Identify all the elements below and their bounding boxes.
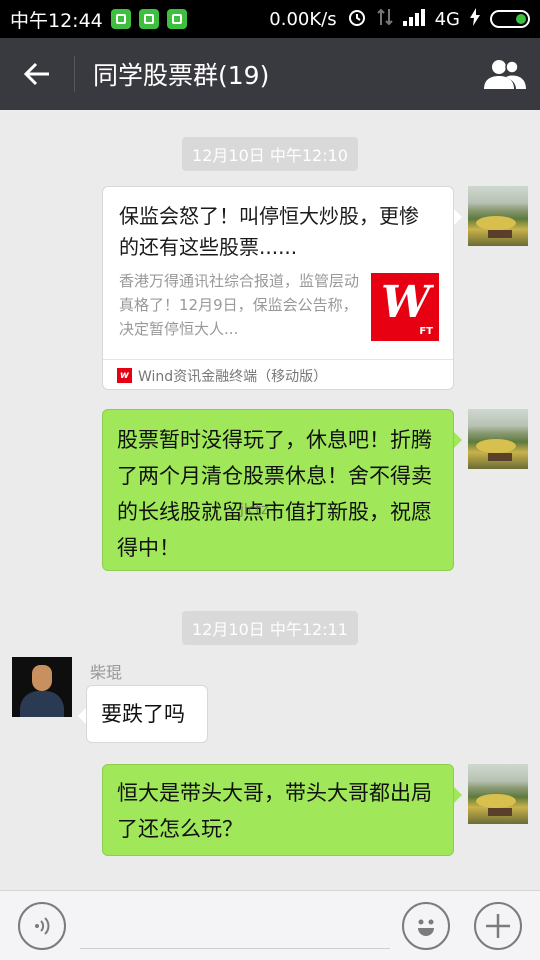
timestamp: 12月10日 中午12:10: [0, 137, 540, 171]
shield-notif-icon: [138, 9, 159, 29]
message-text: 要跌了吗: [101, 702, 185, 726]
back-arrow-icon: [23, 62, 49, 86]
input-bar: [0, 890, 540, 960]
sent-message-bubble[interactable]: 恒大是带头大哥，带头大哥都出局了还怎么玩？: [102, 764, 462, 856]
watermark: jlctz: [240, 502, 269, 518]
sent-message-bubble[interactable]: 股票暂时没得玩了，休息吧！折腾了两个月清仓股票休息！舍不得卖的长线股就留点市值打…: [102, 409, 462, 571]
alarm-icon: [347, 7, 367, 32]
battery-icon: [490, 10, 530, 28]
message-text: 恒大是带头大哥，带头大哥都出局了还怎么玩？: [117, 781, 432, 841]
voice-icon: [35, 917, 50, 935]
link-card-source: w Wind资讯金融终端（移动版）: [103, 359, 453, 391]
back-button[interactable]: [0, 38, 74, 110]
signal-icon: [402, 8, 425, 31]
my-avatar[interactable]: [468, 409, 528, 469]
data-transfer-icon: [376, 7, 393, 32]
sender-avatar[interactable]: [12, 657, 72, 717]
title-divider: [74, 56, 75, 92]
chat-title: 同学股票群(19): [93, 61, 270, 90]
phone-notif-icon: [166, 9, 187, 29]
emoji-icon: [418, 919, 434, 936]
title-bar: 同学股票群(19): [0, 38, 540, 110]
group-members-icon: [484, 60, 526, 89]
status-bar: 中午12:44 0.00K/s 4G: [0, 0, 540, 38]
wind-source-icon: w: [117, 368, 132, 383]
voice-input-button[interactable]: [18, 902, 66, 950]
my-avatar[interactable]: [468, 186, 528, 246]
sender-name: 柴琨: [90, 663, 123, 682]
group-members-button[interactable]: [470, 38, 540, 110]
plus-icon: [486, 914, 510, 938]
wind-logo-thumbnail: W FT: [371, 273, 439, 341]
link-card-description: 香港万得通讯社综合报道，监管层动真格了！12月9日，保监会公告称，决定暂停恒大人…: [119, 272, 360, 338]
message-text: 股票暂时没得玩了，休息吧！折腾了两个月清仓股票休息！舍不得卖的长线股就留点市值打…: [117, 428, 432, 560]
status-time: 中午12:44: [10, 9, 103, 32]
message-input[interactable]: [80, 905, 390, 949]
network-type: 4G: [434, 8, 460, 30]
link-card-title: 保监会怒了！叫停恒大炒股，更惨的还有这些股票......: [119, 204, 419, 259]
link-card[interactable]: 保监会怒了！叫停恒大炒股，更惨的还有这些股票...... 香港万得通讯社综合报道…: [102, 186, 462, 391]
timestamp: 12月10日 中午12:11: [0, 611, 540, 645]
net-speed: 0.00K/s: [269, 8, 337, 30]
my-avatar[interactable]: [468, 764, 528, 824]
emoji-button[interactable]: [402, 902, 450, 950]
received-message-bubble[interactable]: 要跌了吗: [78, 685, 208, 743]
charging-icon: [470, 7, 480, 31]
more-options-button[interactable]: [474, 902, 522, 950]
wechat-notif-icon: [110, 9, 131, 29]
